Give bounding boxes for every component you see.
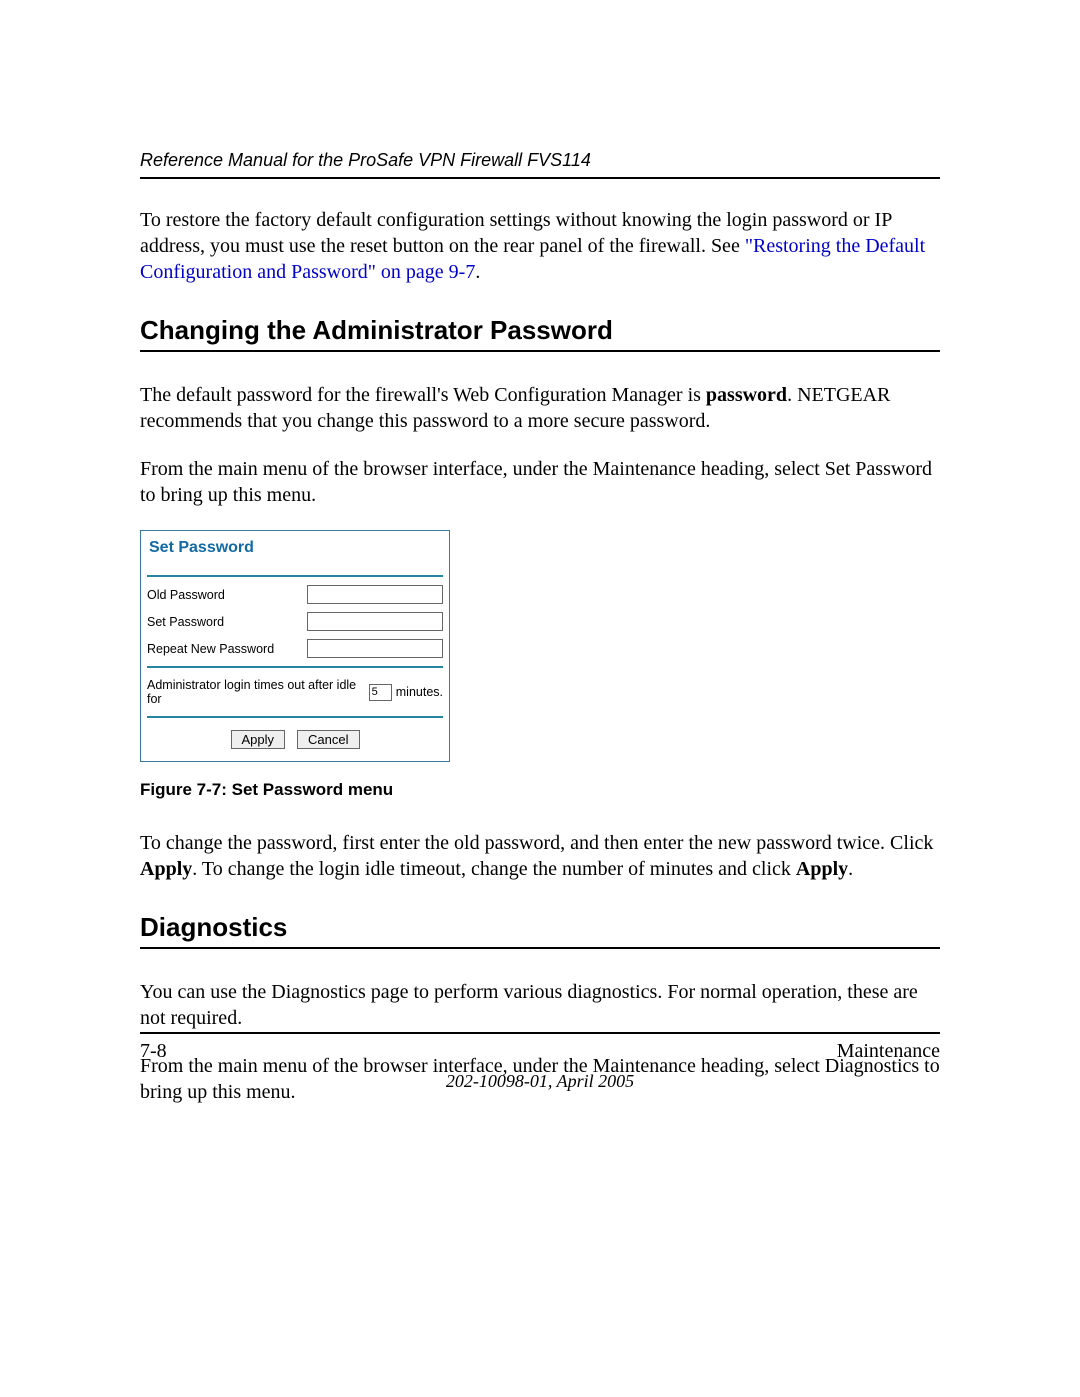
page-number: 7-8 (140, 1040, 167, 1063)
old-password-row: Old Password (147, 585, 443, 604)
heading-diagnostics: Diagnostics (140, 912, 940, 943)
repeat-password-label: Repeat New Password (147, 642, 307, 656)
section1-para2: From the main menu of the browser interf… (140, 456, 940, 508)
old-password-label: Old Password (147, 588, 307, 602)
text: To change the password, first enter the … (140, 832, 933, 854)
running-header: Reference Manual for the ProSafe VPN Fir… (140, 150, 940, 171)
apply-button[interactable]: Apply (231, 730, 286, 749)
heading-changing-admin-password: Changing the Administrator Password (140, 315, 940, 346)
section1b-para: To change the password, first enter the … (140, 830, 940, 882)
section-rule-1 (140, 350, 940, 352)
bold-apply-2: Apply (796, 858, 848, 880)
panel-title: Set Password (141, 531, 449, 575)
section1-para1: The default password for the firewall's … (140, 382, 940, 434)
section-rule-2 (140, 947, 940, 949)
text: . To change the login idle timeout, chan… (192, 858, 796, 880)
footer-row: 7-8 Maintenance (140, 1040, 940, 1063)
section2-para1: You can use the Diagnostics page to perf… (140, 979, 940, 1031)
set-password-row: Set Password (147, 612, 443, 631)
cancel-button[interactable]: Cancel (297, 730, 359, 749)
set-password-panel: Set Password Old Password Set Password R… (140, 530, 450, 762)
intro-text-after: . (475, 261, 480, 283)
panel-button-row: Apply Cancel (147, 724, 443, 755)
figure-caption: Figure 7-7: Set Password menu (140, 780, 940, 800)
repeat-password-row: Repeat New Password (147, 639, 443, 658)
panel-rule-bot (147, 716, 443, 718)
intro-paragraph: To restore the factory default configura… (140, 207, 940, 285)
old-password-input[interactable] (307, 585, 443, 604)
bold-apply-1: Apply (140, 858, 192, 880)
text: The default password for the firewall's … (140, 384, 706, 406)
text: . (848, 858, 853, 880)
chapter-name: Maintenance (837, 1040, 940, 1063)
set-password-input[interactable] (307, 612, 443, 631)
idle-label-before: Administrator login times out after idle… (147, 678, 365, 706)
set-password-label: Set Password (147, 615, 307, 629)
footer-docid: 202-10098-01, April 2005 (140, 1071, 940, 1092)
idle-label-after: minutes. (396, 685, 443, 699)
idle-minutes-input[interactable]: 5 (369, 684, 392, 701)
repeat-password-input[interactable] (307, 639, 443, 658)
panel-rule-mid (147, 666, 443, 668)
header-rule (140, 177, 940, 179)
idle-timeout-row: Administrator login times out after idle… (147, 674, 443, 710)
bold-password: password (706, 384, 787, 406)
footer-rule (140, 1032, 940, 1034)
